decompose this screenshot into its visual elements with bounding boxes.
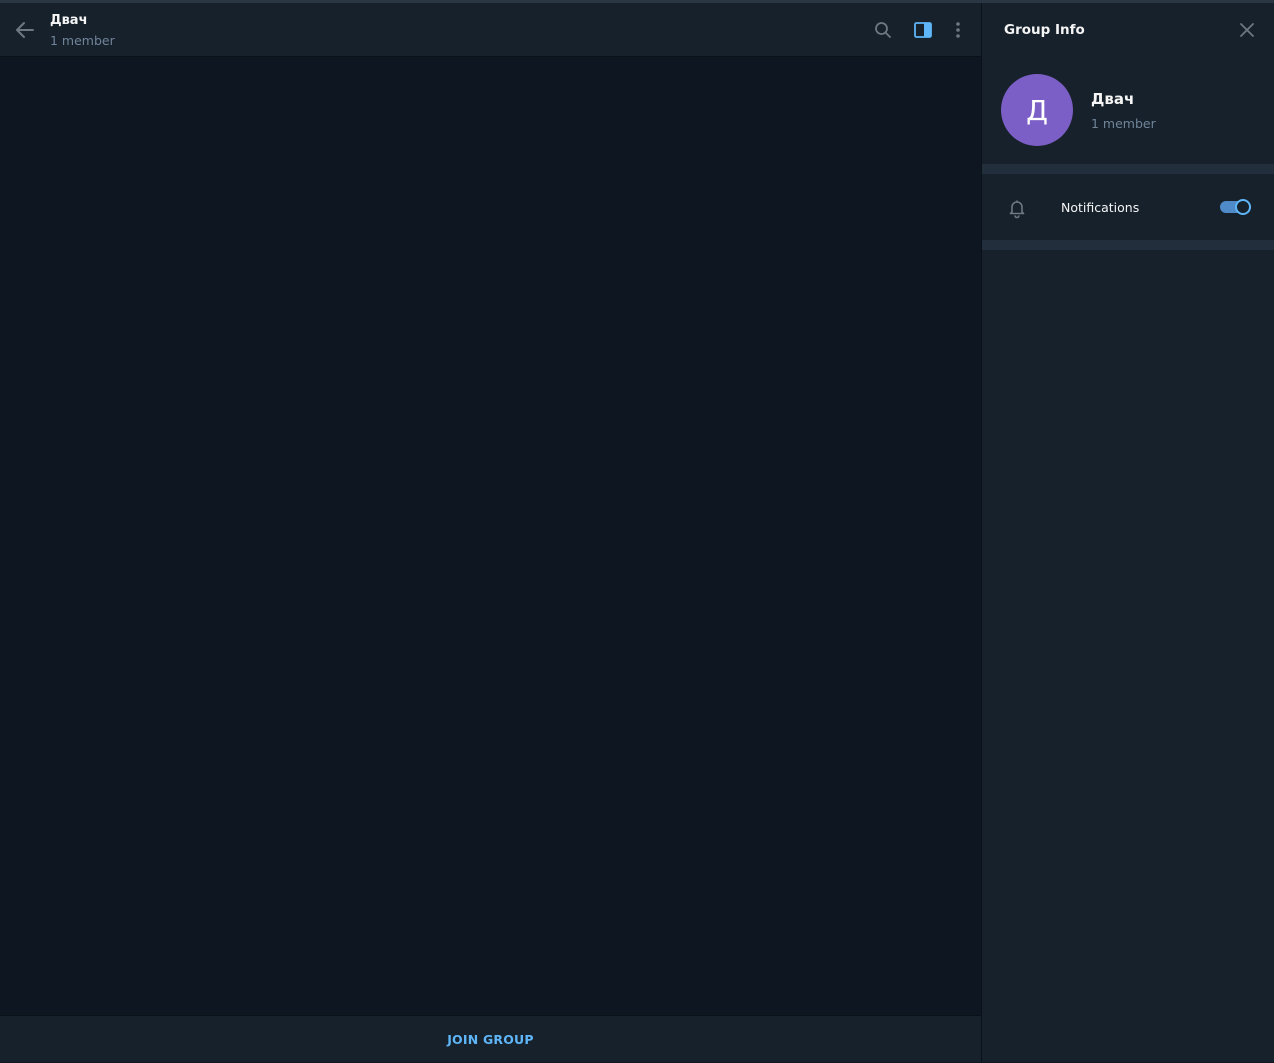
bell-icon [1009, 200, 1025, 219]
chat-header: Двач 1 member [0, 3, 981, 57]
group-member-count: 1 member [1091, 116, 1156, 131]
chat-title[interactable]: Двач [50, 13, 88, 28]
chat-area: Двач 1 member JOIN GROUP [0, 3, 981, 1062]
group-name: Двач [1091, 90, 1135, 108]
close-icon [1240, 23, 1254, 37]
sidebar-toggle-icon [914, 22, 932, 38]
panel-title: Group Info [1004, 22, 1085, 38]
chat-member-count: 1 member [50, 33, 115, 48]
toggle-info-panel-button[interactable] [911, 18, 935, 42]
section-divider [982, 164, 1274, 174]
back-button[interactable] [12, 17, 38, 43]
section-divider [982, 240, 1274, 250]
notifications-label: Notifications [1061, 200, 1140, 215]
arrow-left-icon [16, 22, 34, 38]
avatar-initial: Д [1026, 93, 1048, 127]
more-menu-button[interactable] [946, 18, 970, 42]
message-list[interactable] [0, 58, 981, 1015]
more-vertical-icon [956, 22, 960, 38]
join-group-button[interactable]: JOIN GROUP [0, 1016, 981, 1063]
group-info-panel: Group Info Д Двач 1 member Notifications [982, 3, 1274, 1062]
notifications-toggle[interactable] [1220, 199, 1251, 215]
search-icon [875, 22, 891, 38]
notifications-row[interactable]: Notifications [982, 174, 1274, 240]
search-button[interactable] [871, 18, 895, 42]
toggle-knob [1235, 199, 1251, 215]
bottom-bar: JOIN GROUP [0, 1015, 981, 1062]
close-panel-button[interactable] [1236, 19, 1258, 41]
group-avatar[interactable]: Д [1001, 74, 1073, 146]
